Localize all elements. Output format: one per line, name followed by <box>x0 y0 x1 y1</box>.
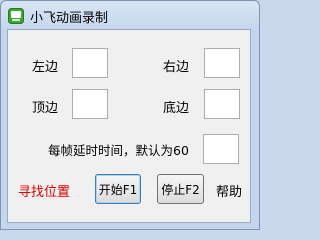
bottom-label: 底边 <box>163 101 190 116</box>
bottom-input[interactable] <box>204 89 240 119</box>
app-icon <box>8 8 24 24</box>
start-button[interactable]: 开始F1 <box>95 174 141 204</box>
right-label: 右边 <box>163 60 190 75</box>
stop-button[interactable]: 停止F2 <box>157 174 204 204</box>
left-label: 左边 <box>32 60 59 75</box>
right-input[interactable] <box>204 48 240 78</box>
delay-input[interactable] <box>203 134 239 164</box>
help-link[interactable]: 帮助 <box>216 181 242 200</box>
delay-label: 每帧延时时间，默认为60 <box>48 143 189 158</box>
top-input[interactable] <box>72 89 108 119</box>
top-label: 顶边 <box>32 101 59 116</box>
find-position-link[interactable]: 寻找位置 <box>18 181 70 200</box>
left-input[interactable] <box>72 48 108 78</box>
title-bar[interactable]: 小飞动画录制 <box>1 1 259 31</box>
window-title: 小飞动画录制 <box>30 11 109 26</box>
